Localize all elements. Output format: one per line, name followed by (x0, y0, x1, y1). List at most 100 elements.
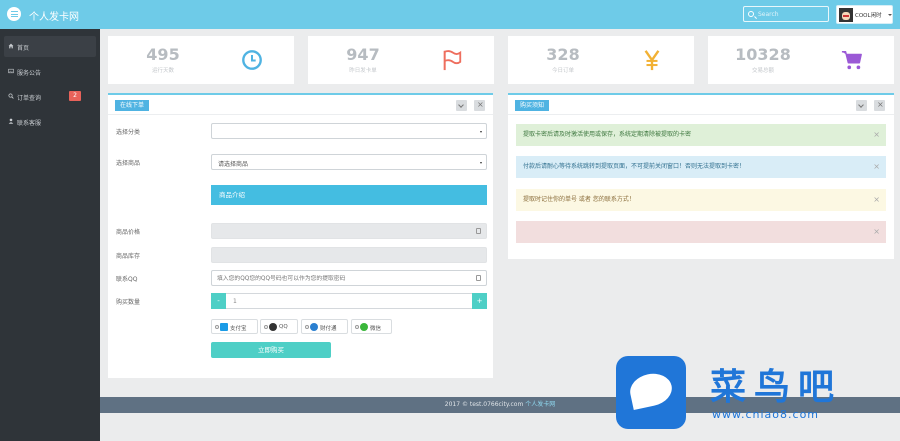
stat-value: 947 (346, 45, 380, 64)
qq-input[interactable] (217, 273, 467, 284)
sidebar-item-label: 首页 (17, 45, 30, 52)
sidebar-item-label: 联系客服 (17, 120, 42, 127)
notice-alert-warning: 提取时记住你的单号 或者 您的联系方式！ × (516, 189, 886, 211)
caret-down-icon (888, 14, 892, 16)
site-brand[interactable]: 个人发卡网 (29, 8, 79, 23)
top-bar: 个人发卡网 COOL闲时 (0, 0, 900, 29)
sidebar: 首页 服务公告 订单查询 2 联系客服 (0, 29, 100, 441)
yen-icon (644, 50, 660, 71)
product-select-value: 请选择商品 (218, 161, 249, 168)
user-menu[interactable]: COOL闲时 (836, 5, 893, 24)
caret-down-icon (480, 162, 482, 164)
clock-icon (242, 50, 262, 70)
caret-down-icon (480, 131, 482, 133)
stat-label: 交易总额 (751, 68, 774, 74)
search-icon (8, 93, 14, 99)
product-info-bar: 商品介绍 (211, 185, 487, 205)
order-panel-header: 在线下单 (108, 95, 493, 115)
qq-field (211, 270, 487, 286)
stat-value: 10328 (735, 45, 791, 64)
document-icon (476, 275, 481, 281)
notice-alert-success: 提取卡密后请及时激活使用或保存，系统定期清除被提取的卡密 × (516, 124, 886, 146)
avatar (839, 8, 853, 22)
order-panel: 在线下单 选择分类 选择商品 请选择商品 商品介绍 商品价格 商品库存 联系QQ… (108, 93, 493, 378)
stat-card-total-volume: 10328 交易总额 (708, 36, 894, 84)
user-name: COOL闲时 (855, 13, 882, 19)
stat-value: 328 (546, 45, 580, 64)
tenpay-icon (310, 323, 318, 331)
sidebar-item-label: 服务公告 (17, 70, 42, 77)
payment-option-tenpay[interactable]: 财付通 (301, 319, 348, 334)
notice-alert-danger: × (516, 221, 886, 243)
increase-quantity-button[interactable]: + (472, 293, 487, 309)
bird-icon (627, 369, 675, 411)
close-icon[interactable]: × (873, 156, 880, 178)
stock-label: 商品库存 (116, 253, 141, 260)
price-field (211, 223, 487, 239)
footer-copyright: 2017 © test.0766city.com (444, 401, 524, 408)
payment-option-qq[interactable]: QQ (260, 319, 298, 334)
product-label: 选择商品 (116, 160, 141, 167)
category-select[interactable] (211, 123, 487, 139)
radio-button[interactable] (264, 325, 268, 329)
radio-button[interactable] (215, 325, 219, 329)
sidebar-item-announcements[interactable]: 服务公告 (4, 61, 96, 82)
payment-option-wechat[interactable]: 微信 (351, 319, 392, 334)
stat-card-yesterday-orders: 947 昨日发卡单 (308, 36, 494, 84)
watermark-title: 菜鸟吧 (710, 366, 843, 408)
alipay-icon (220, 323, 228, 331)
stat-card-run-days: 495 运行天数 (108, 36, 294, 84)
sidebar-item-home[interactable]: 首页 (4, 36, 96, 57)
price-label: 商品价格 (116, 229, 141, 236)
close-panel-button[interactable] (474, 100, 485, 111)
sidebar-item-label: 订单查询 (17, 95, 42, 102)
flag-icon (443, 50, 462, 71)
sidebar-item-order-query[interactable]: 订单查询 2 (4, 86, 96, 107)
search-icon (748, 11, 754, 17)
quantity-label: 购买数量 (116, 299, 141, 306)
wechat-icon (360, 323, 368, 331)
search-input[interactable] (758, 8, 826, 20)
quantity-input[interactable]: 1 (226, 293, 472, 309)
collapse-panel-button[interactable] (856, 100, 867, 111)
stat-label: 运行天数 (151, 68, 174, 74)
menu-toggle-button[interactable] (7, 7, 21, 21)
order-count-badge: 2 (69, 91, 81, 101)
sidebar-item-support[interactable]: 联系客服 (4, 111, 96, 132)
close-icon[interactable]: × (873, 124, 880, 146)
notice-panel-header: 购买须知 (508, 95, 894, 115)
radio-button[interactable] (355, 325, 359, 329)
close-panel-button[interactable] (874, 100, 885, 111)
close-icon[interactable]: × (873, 189, 880, 211)
stat-card-today-orders: 328 今日订单 (508, 36, 694, 84)
quantity-value: 1 (233, 298, 237, 305)
home-icon (8, 43, 14, 49)
notice-alert-info: 付款后请耐心等待系统跳转到提取页面，不可提前关闭窗口！否则无法提取到卡密！ × (516, 156, 886, 178)
notice-panel: 购买须知 提取卡密后请及时激活使用或保存，系统定期清除被提取的卡密 × 付款后请… (508, 93, 894, 259)
search-box (743, 6, 829, 22)
watermark-url: www.cniao8.com (712, 408, 820, 421)
stat-label: 今日订单 (551, 68, 574, 74)
stat-value: 495 (146, 45, 180, 64)
buy-now-button[interactable]: 立即购买 (211, 342, 331, 358)
qq-penguin-icon (269, 323, 277, 331)
image-icon (8, 68, 14, 74)
qq-label: 联系QQ (116, 276, 138, 283)
panel-title: 在线下单 (115, 100, 150, 111)
category-label: 选择分类 (116, 129, 141, 136)
product-select[interactable]: 请选择商品 (211, 154, 487, 170)
decrease-quantity-button[interactable]: - (211, 293, 226, 309)
footer-home-link[interactable]: 个人发卡网 (525, 401, 555, 408)
stat-label: 昨日发卡单 (349, 68, 377, 74)
radio-button[interactable] (305, 325, 309, 329)
cart-icon (841, 51, 862, 70)
panel-title: 购买须知 (515, 100, 550, 111)
payment-option-alipay[interactable]: 支付宝 (211, 319, 258, 334)
close-icon[interactable]: × (873, 221, 880, 243)
watermark-logo (616, 356, 686, 429)
quantity-stepper: - 1 + (211, 293, 487, 309)
collapse-panel-button[interactable] (456, 100, 467, 111)
stock-field (211, 247, 487, 263)
user-icon (8, 118, 14, 124)
document-icon (476, 228, 481, 234)
